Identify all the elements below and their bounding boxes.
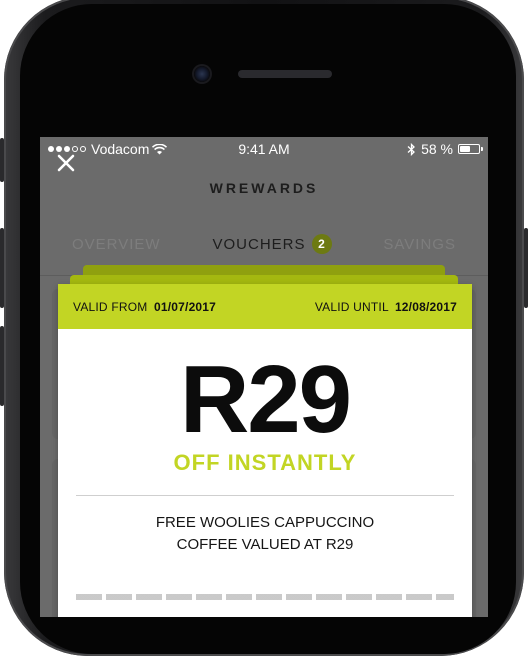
- vouchers-count-badge: 2: [311, 234, 332, 254]
- tab-vouchers-label: VOUCHERS: [212, 235, 306, 253]
- battery-level: [460, 146, 471, 152]
- valid-from-date: 01/07/2017: [154, 299, 217, 314]
- camera-icon: [194, 66, 210, 82]
- phone-screen: Vodacom 9:41 AM 58 % WREWARDS OVERVIEW V…: [40, 137, 488, 617]
- tab-overview[interactable]: OVERVIEW: [72, 236, 161, 253]
- speaker-grille: [238, 70, 332, 78]
- valid-until-date: 12/08/2017: [394, 299, 457, 314]
- close-icon[interactable]: [56, 153, 76, 173]
- status-right: 58 %: [407, 141, 483, 157]
- battery-percent: 58 %: [421, 141, 453, 157]
- tab-savings[interactable]: SAVINGS: [383, 236, 456, 253]
- voucher-validity-bar: VALID FROM 01/07/2017 VALID UNTIL 12/08/…: [58, 284, 472, 329]
- status-bar: Vodacom 9:41 AM 58 %: [40, 137, 488, 161]
- bluetooth-icon: [407, 142, 416, 156]
- mute-switch: [0, 138, 4, 182]
- voucher-description-line: FREE WOOLIES CAPPUCCINO: [155, 514, 375, 531]
- valid-from: VALID FROM 01/07/2017: [73, 300, 216, 314]
- tab-vouchers[interactable]: VOUCHERS 2: [212, 234, 332, 254]
- voucher-description: FREE WOOLIES CAPPUCCINO COFFEE VALUED AT…: [108, 512, 422, 556]
- valid-until: VALID UNTIL 12/08/2017: [315, 300, 457, 314]
- page-title: WREWARDS: [209, 180, 319, 196]
- power-button: [524, 228, 528, 308]
- voucher-card[interactable]: VALID FROM 01/07/2017 VALID UNTIL 12/08/…: [58, 284, 472, 617]
- tab-bar: OVERVIEW VOUCHERS 2 SAVINGS: [40, 233, 488, 255]
- valid-from-label: VALID FROM: [73, 299, 148, 314]
- voucher-amount-subtitle: OFF INSTANTLY: [173, 450, 357, 475]
- volume-up-button: [0, 228, 4, 308]
- voucher-fine-print: [76, 594, 454, 600]
- voucher-divider: [76, 495, 454, 496]
- battery-icon: [458, 144, 483, 154]
- voucher-description-line: COFFEE VALUED AT R29: [176, 536, 354, 553]
- volume-down-button: [0, 326, 4, 406]
- voucher-amount: R29: [179, 346, 352, 453]
- valid-until-label: VALID UNTIL: [314, 299, 389, 314]
